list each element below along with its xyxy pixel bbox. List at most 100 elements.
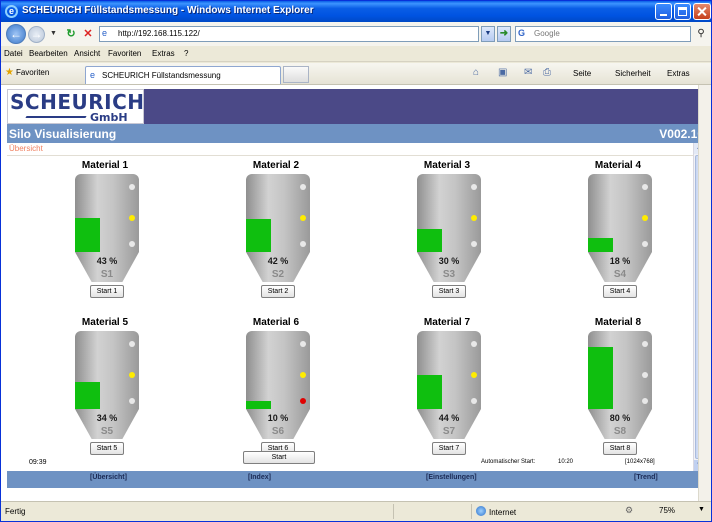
sensor-top-icon xyxy=(129,341,135,347)
protected-mode-icon[interactable]: ⚙ xyxy=(625,505,633,516)
search-icon[interactable]: ⚲ xyxy=(693,26,709,42)
nav-trend[interactable]: [Trend] xyxy=(634,474,658,481)
status-divider xyxy=(471,504,472,519)
silo-id: S5 xyxy=(100,426,114,437)
maximize-button[interactable] xyxy=(674,3,691,20)
menu-datei[interactable]: Datei xyxy=(4,49,23,58)
sensor-top-icon xyxy=(300,184,306,190)
feeds-icon[interactable]: ▣ xyxy=(498,67,507,78)
star-icon: ★ xyxy=(5,67,14,78)
search-input[interactable]: G Google xyxy=(515,26,691,42)
nav-index[interactable]: [Index] xyxy=(248,474,271,481)
start-silo-button[interactable]: Start 1 xyxy=(90,285,124,298)
browser-window: e SCHEURICH Füllstandsmessung - Windows … xyxy=(0,0,712,522)
start-silo-button[interactable]: Start 4 xyxy=(603,285,637,298)
title-bar[interactable]: e SCHEURICH Füllstandsmessung - Windows … xyxy=(1,1,711,22)
sensor-mid-icon xyxy=(642,215,648,221)
sensor-mid-icon xyxy=(471,215,477,221)
fill-level xyxy=(75,218,100,252)
silo-id: S6 xyxy=(271,426,285,437)
fill-percent: 43 % xyxy=(96,256,118,266)
material-label: Material 8 xyxy=(594,317,642,328)
favorites-bar: ★ Favoriten e SCHEURICH Füllstandsmessung… xyxy=(1,63,711,85)
forward-button[interactable]: → xyxy=(28,26,45,43)
stop-icon[interactable]: ✕ xyxy=(81,27,95,41)
silo-1: Material 1 43 % S1 Start 1 xyxy=(45,160,165,302)
silo-5: Material 5 34 % S5 Start 5 xyxy=(45,317,165,459)
silo-id: S1 xyxy=(100,269,114,280)
silo-id: S7 xyxy=(442,426,456,437)
start-silo-button[interactable]: Start 3 xyxy=(432,285,466,298)
sensor-mid-icon xyxy=(129,215,135,221)
sensor-bottom-icon xyxy=(300,398,306,404)
nav-einstellungen[interactable]: [Einstellungen] xyxy=(426,474,477,481)
minimize-button[interactable] xyxy=(655,3,672,20)
favorites-button[interactable]: ★ Favoriten xyxy=(5,67,49,78)
home-icon[interactable]: ⌂ xyxy=(473,67,479,78)
address-bar: ← → ▼ ↻ ✕ e http://192.168.115.122/ ▼ ➜ … xyxy=(1,22,711,46)
material-label: Material 1 xyxy=(81,160,129,171)
sensor-bottom-icon xyxy=(129,398,135,404)
fill-percent: 34 % xyxy=(96,413,118,423)
url-dropdown-icon[interactable]: ▼ xyxy=(481,26,495,42)
browser-scrollbar[interactable] xyxy=(698,85,711,501)
zoom-dropdown-icon[interactable]: ▼ xyxy=(698,506,705,513)
start-all-button[interactable]: Start xyxy=(243,451,315,464)
sub-band: Übersicht xyxy=(7,143,704,156)
start-silo-button[interactable]: Start 2 xyxy=(261,285,295,298)
history-dropdown-icon[interactable]: ▼ xyxy=(50,30,57,37)
silo-2: Material 2 42 % S2 Start 2 xyxy=(216,160,336,302)
sensor-mid-icon xyxy=(129,372,135,378)
sensor-mid-icon xyxy=(471,372,477,378)
back-button[interactable]: ← xyxy=(6,24,26,44)
material-label: Material 6 xyxy=(252,317,300,328)
material-label: Material 7 xyxy=(423,317,471,328)
favorites-label: Favoriten xyxy=(15,68,50,77)
sensor-top-icon xyxy=(471,184,477,190)
tab-active[interactable]: e SCHEURICH Füllstandsmessung xyxy=(85,66,281,84)
close-button[interactable] xyxy=(693,3,711,20)
fill-percent: 44 % xyxy=(438,413,460,423)
mail-icon[interactable]: ✉ xyxy=(524,67,532,78)
fill-percent: 10 % xyxy=(267,413,289,423)
print-icon[interactable]: ⎙ xyxy=(543,67,551,78)
fill-level xyxy=(246,401,271,409)
menu-bearbeiten[interactable]: Bearbeiten xyxy=(29,49,68,58)
page-icon: e xyxy=(102,28,108,38)
fill-percent: 30 % xyxy=(438,256,460,266)
zoom-level[interactable]: 75% xyxy=(659,506,675,515)
bottom-nav: [Übersicht] [Index] [Einstellungen] [Tre… xyxy=(7,471,704,488)
sensor-bottom-icon xyxy=(471,241,477,247)
safety-menu[interactable]: Sicherheit xyxy=(615,69,651,78)
refresh-icon[interactable]: ↻ xyxy=(64,27,78,41)
url-input[interactable]: e http://192.168.115.122/ xyxy=(99,26,479,42)
status-text: Fertig xyxy=(5,507,26,516)
scheurich-logo: SCHEURICH GmbH xyxy=(7,89,144,124)
sensor-top-icon xyxy=(129,184,135,190)
silo-3: Material 3 30 % S3 Start 3 xyxy=(387,160,507,302)
url-text: http://192.168.115.122/ xyxy=(118,29,200,38)
page-menu[interactable]: Seite xyxy=(573,69,591,78)
menu-ansicht[interactable]: Ansicht xyxy=(74,49,100,58)
go-button[interactable]: ➜ xyxy=(497,26,511,42)
silo-6: Material 6 10 % S6 Start 6 xyxy=(216,317,336,459)
menu-help[interactable]: ? xyxy=(184,49,188,58)
sensor-bottom-icon xyxy=(471,398,477,404)
silo-id: S2 xyxy=(271,269,285,280)
silo-4: Material 4 18 % S4 Start 4 xyxy=(558,160,678,302)
extras-menu[interactable]: Extras xyxy=(667,69,690,78)
globe-icon xyxy=(476,506,486,516)
sensor-mid-icon xyxy=(642,372,648,378)
nav-uebersicht[interactable]: [Übersicht] xyxy=(90,474,127,481)
sensor-bottom-icon xyxy=(300,241,306,247)
menu-favoriten[interactable]: Favoriten xyxy=(108,49,141,58)
sensor-mid-icon xyxy=(300,215,306,221)
breadcrumb: Übersicht xyxy=(9,144,43,153)
tab-ie-icon: e xyxy=(90,70,96,80)
menu-extras[interactable]: Extras xyxy=(152,49,175,58)
sensor-top-icon xyxy=(300,341,306,347)
fill-level xyxy=(75,382,100,409)
material-label: Material 3 xyxy=(423,160,471,171)
fill-level xyxy=(246,219,271,252)
new-tab-button[interactable] xyxy=(283,66,309,83)
